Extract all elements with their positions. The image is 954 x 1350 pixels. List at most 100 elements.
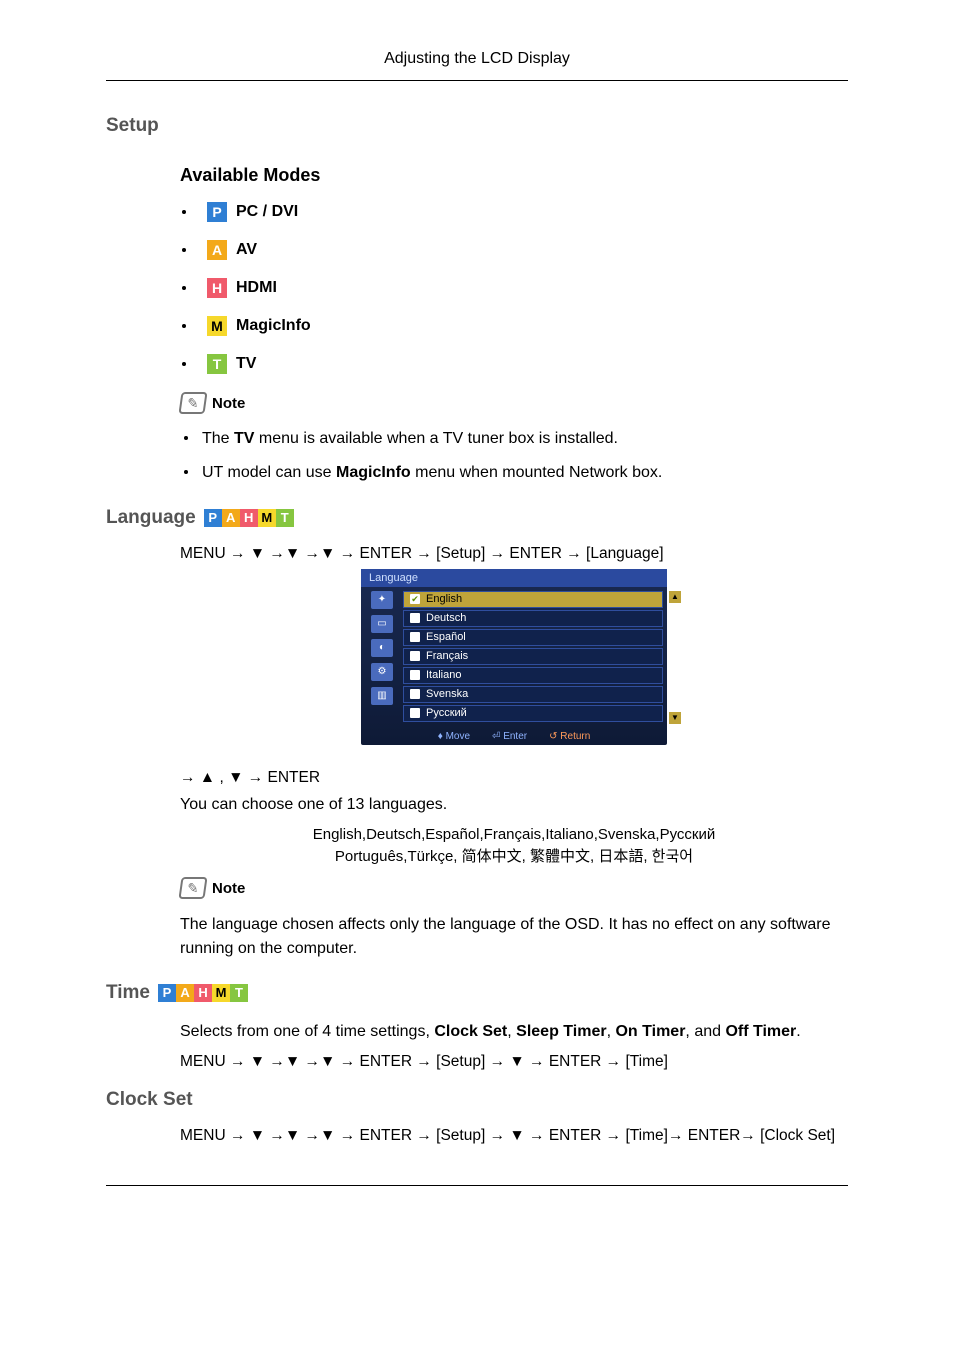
osd-picture-icon: ✦ bbox=[371, 591, 393, 609]
note-bold: MagicInfo bbox=[336, 464, 411, 481]
footer-rule bbox=[106, 1185, 848, 1186]
bullet-icon bbox=[182, 248, 186, 252]
note-text: menu when mounted Network box. bbox=[411, 464, 663, 481]
chip-t-icon: T bbox=[276, 509, 294, 527]
osd-item[interactable]: Русский bbox=[403, 705, 663, 722]
language-menu-path: MENU → ▼ →▼ →▼ → ENTER → [Setup] → ENTER… bbox=[180, 545, 848, 563]
check-icon bbox=[410, 651, 420, 661]
available-modes-heading: Available Modes bbox=[180, 165, 848, 186]
note-text: menu is available when a TV tuner box is… bbox=[254, 430, 617, 447]
bullet-icon bbox=[182, 210, 186, 214]
chip-t-icon: T bbox=[230, 984, 248, 1002]
osd-scrollbar[interactable]: ▲ ▼ bbox=[669, 591, 681, 724]
mode-label: TV bbox=[236, 355, 256, 373]
bullet-icon bbox=[182, 362, 186, 366]
osd-item-label: English bbox=[426, 593, 462, 605]
check-icon bbox=[410, 613, 420, 623]
note-text: UT model can use bbox=[202, 464, 336, 481]
language-desc: You can choose one of 13 languages. bbox=[180, 793, 848, 816]
osd-footer-enter: ⏎ Enter bbox=[492, 731, 527, 742]
osd-sidebar: ✦ ▭ ◐ ⚙ ▥ bbox=[361, 587, 403, 728]
note-list: The TV menu is available when a TV tuner… bbox=[180, 428, 848, 485]
mode-item: T TV bbox=[180, 354, 848, 374]
osd-item-label: Italiano bbox=[426, 669, 461, 681]
check-icon bbox=[410, 632, 420, 642]
bullet-icon bbox=[184, 470, 188, 474]
chip-p-icon: P bbox=[204, 509, 222, 527]
osd-item-label: Deutsch bbox=[426, 612, 466, 624]
mode-chip-h: H bbox=[207, 278, 227, 298]
clock-set-heading: Clock Set bbox=[106, 1089, 848, 1111]
note-item: UT model can use MagicInfo menu when mou… bbox=[180, 462, 848, 484]
check-icon: ✔ bbox=[410, 594, 420, 604]
osd-input-icon: ▭ bbox=[371, 615, 393, 633]
mode-label: HDMI bbox=[236, 279, 277, 297]
scroll-down-icon[interactable]: ▼ bbox=[669, 712, 681, 724]
mode-label: MagicInfo bbox=[236, 317, 311, 335]
osd-item[interactable]: Svenska bbox=[403, 686, 663, 703]
osd-setup-icon: ⚙ bbox=[371, 663, 393, 681]
available-modes-list: P PC / DVI A AV H HDMI M MagicInfo T bbox=[180, 202, 848, 374]
language-list-block: English,Deutsch,Español,Français,Italian… bbox=[180, 824, 848, 868]
mode-chip-t: T bbox=[207, 354, 227, 374]
osd-item[interactable]: Italiano bbox=[403, 667, 663, 684]
language-list-line2: Português,Türkçe, 简体中文, 繁體中文, 日本語, 한국어 bbox=[180, 846, 848, 868]
osd-item[interactable]: Español bbox=[403, 629, 663, 646]
note-label: Note bbox=[212, 880, 245, 897]
mode-label: AV bbox=[236, 241, 257, 259]
osd-item-label: Français bbox=[426, 650, 468, 662]
chip-m-icon: M bbox=[212, 984, 230, 1002]
bullet-icon bbox=[184, 436, 188, 440]
language-heading: Language bbox=[106, 507, 196, 529]
time-heading: Time bbox=[106, 982, 150, 1004]
osd-multi-icon: ▥ bbox=[371, 687, 393, 705]
chip-m-icon: M bbox=[258, 509, 276, 527]
osd-title: Language bbox=[361, 569, 667, 587]
note-bold: TV bbox=[234, 430, 254, 447]
osd-footer-return: ↺ Return bbox=[549, 731, 590, 742]
scroll-up-icon[interactable]: ▲ bbox=[669, 591, 681, 603]
time-desc: Selects from one of 4 time settings, Clo… bbox=[180, 1020, 848, 1043]
mode-chip-p: P bbox=[207, 202, 227, 222]
mode-chip-a: A bbox=[207, 240, 227, 260]
note-icon: ✎ bbox=[178, 392, 207, 414]
osd-sound-icon: ◐ bbox=[371, 639, 393, 657]
note-block: ✎ Note bbox=[180, 877, 848, 899]
osd-item-selected[interactable]: ✔ English bbox=[403, 591, 663, 608]
time-menu-path: MENU → ▼ →▼ →▼ → ENTER → [Setup] → ▼ → E… bbox=[180, 1053, 848, 1071]
note-text: The bbox=[202, 430, 234, 447]
note2-text: The language chosen affects only the lan… bbox=[180, 913, 848, 959]
chip-a-icon: A bbox=[222, 509, 240, 527]
osd-item-label: Español bbox=[426, 631, 466, 643]
check-icon bbox=[410, 670, 420, 680]
chip-h-icon: H bbox=[240, 509, 258, 527]
osd-panel: Language ✦ ▭ ◐ ⚙ ▥ ✔ English bbox=[361, 569, 667, 745]
time-chip-strip: P A H M T bbox=[158, 984, 248, 1002]
chip-a-icon: A bbox=[176, 984, 194, 1002]
chip-p-icon: P bbox=[158, 984, 176, 1002]
language-list-line1: English,Deutsch,Español,Français,Italian… bbox=[180, 824, 848, 846]
language-menu-path-2: → ▲ , ▼ → ENTER bbox=[180, 769, 848, 787]
language-chip-strip: P A H M T bbox=[204, 509, 294, 527]
osd-list: ✔ English Deutsch Español bbox=[403, 587, 667, 728]
mode-item: H HDMI bbox=[180, 278, 848, 298]
note-icon: ✎ bbox=[178, 877, 207, 899]
note-item: The TV menu is available when a TV tuner… bbox=[180, 428, 848, 450]
setup-heading: Setup bbox=[106, 115, 848, 137]
mode-item: P PC / DVI bbox=[180, 202, 848, 222]
osd-item-label: Русский bbox=[426, 707, 467, 719]
osd-footer: ♦ Move ⏎ Enter ↺ Return bbox=[361, 728, 667, 745]
mode-label: PC / DVI bbox=[236, 203, 298, 221]
mode-chip-m: M bbox=[207, 316, 227, 336]
page-header-title: Adjusting the LCD Display bbox=[106, 50, 848, 68]
check-icon bbox=[410, 689, 420, 699]
check-icon bbox=[410, 708, 420, 718]
osd-item-label: Svenska bbox=[426, 688, 468, 700]
note-block: ✎ Note bbox=[180, 392, 848, 414]
mode-item: M MagicInfo bbox=[180, 316, 848, 336]
clock-set-menu-path: MENU → ▼ →▼ →▼ → ENTER → [Setup] → ▼ → E… bbox=[180, 1127, 848, 1145]
bullet-icon bbox=[182, 286, 186, 290]
mode-item: A AV bbox=[180, 240, 848, 260]
osd-item[interactable]: Deutsch bbox=[403, 610, 663, 627]
osd-item[interactable]: Français bbox=[403, 648, 663, 665]
